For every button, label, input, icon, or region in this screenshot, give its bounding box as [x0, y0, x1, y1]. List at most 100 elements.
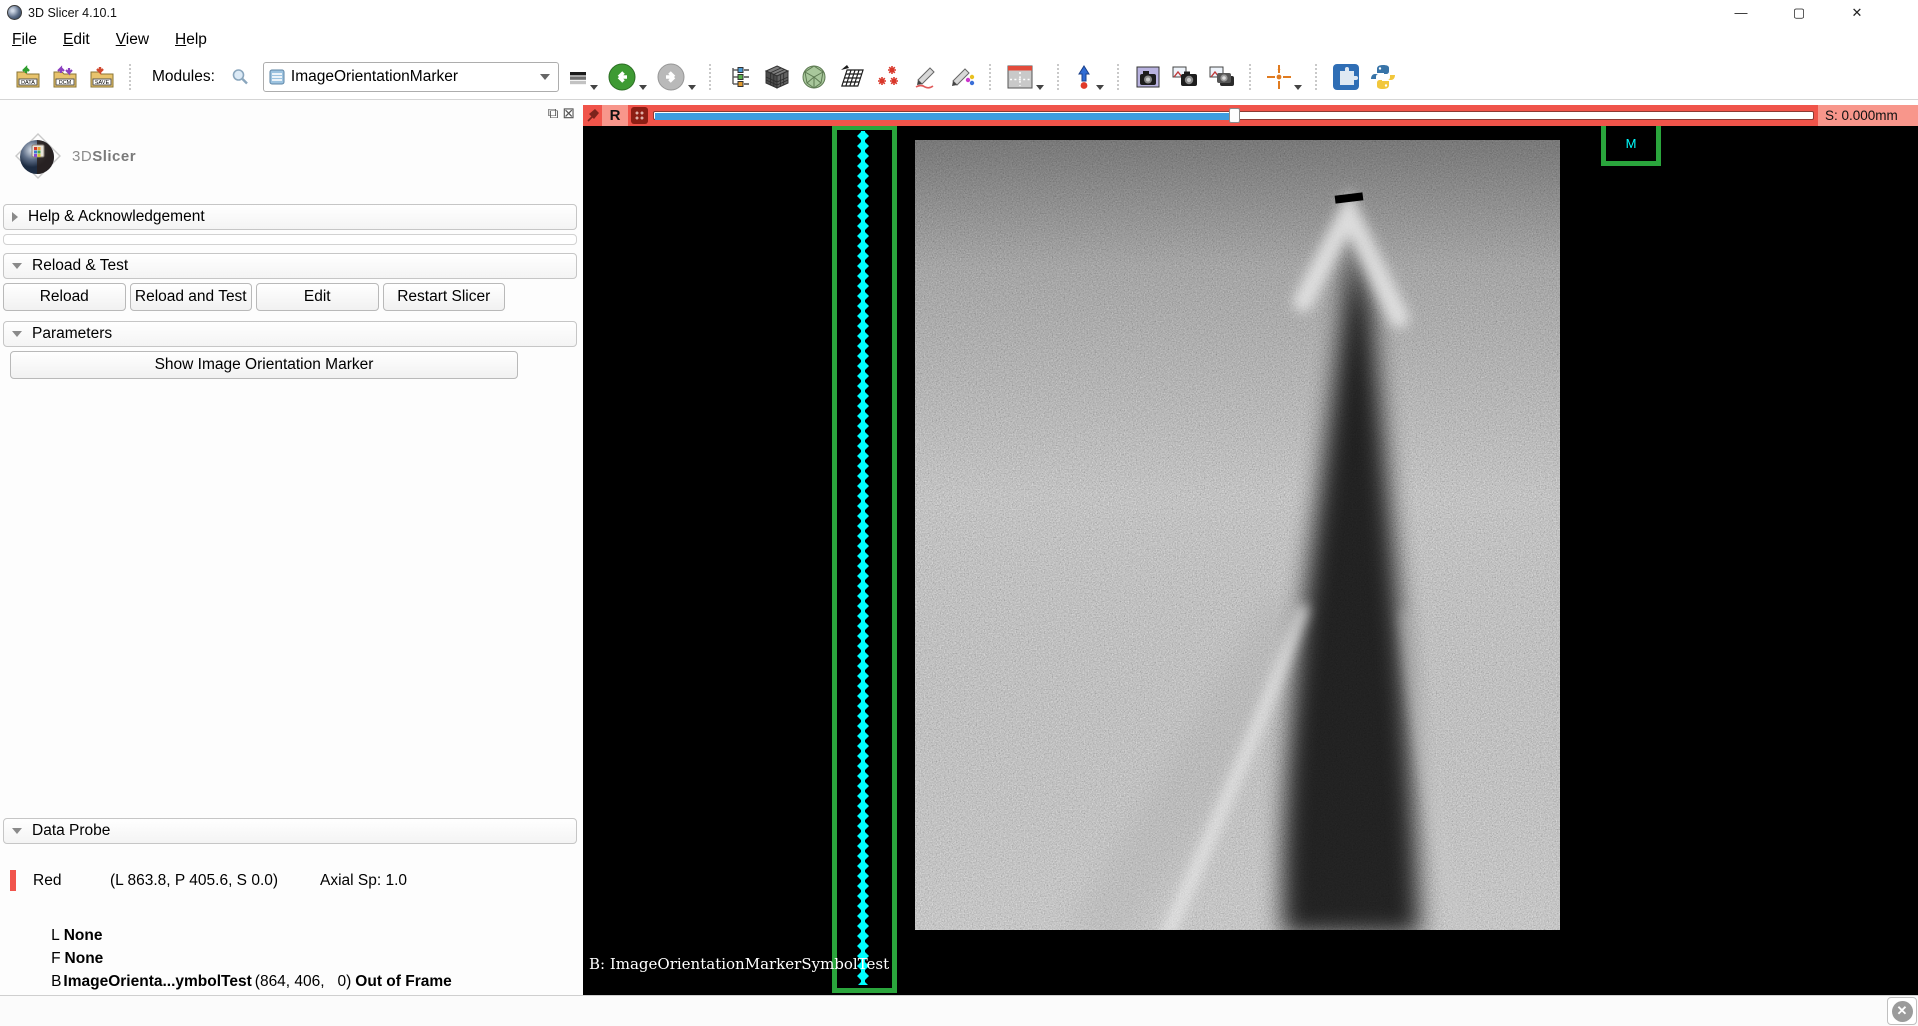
- restart-slicer-button[interactable]: Restart Slicer: [383, 283, 506, 311]
- module-search-button[interactable]: [226, 60, 254, 94]
- dicom-button[interactable]: DCM: [51, 60, 79, 94]
- menu-edit[interactable]: Edit: [63, 31, 90, 49]
- menu-view[interactable]: View: [116, 31, 149, 49]
- reload-and-test-button[interactable]: Reload and Test: [130, 283, 253, 311]
- save-icon: SAVE: [89, 65, 115, 89]
- markups-module-button[interactable]: [874, 60, 902, 94]
- annotations-icon: [912, 64, 938, 90]
- reload-button[interactable]: Reload: [3, 283, 126, 311]
- slice-offset-value: S: 0.000mm: [1818, 105, 1918, 126]
- orientation-marker-letter: M: [1626, 136, 1637, 151]
- transforms-module-button[interactable]: [837, 60, 865, 94]
- chevron-down-icon: [590, 85, 598, 90]
- chevron-down-icon: [688, 85, 696, 90]
- editor-module-button[interactable]: [948, 60, 976, 94]
- toolbar-separator: [989, 64, 993, 90]
- chevron-down-icon: [1036, 85, 1044, 90]
- layout-selector-button[interactable]: [1006, 60, 1044, 94]
- save-button[interactable]: SAVE: [88, 60, 116, 94]
- main-toolbar: DATA DCM SAVE Modules:: [0, 54, 1918, 100]
- chevron-down-icon: [639, 85, 647, 90]
- edit-button[interactable]: Edit: [256, 283, 379, 311]
- orientation-marker-letter-box: M: [1601, 126, 1661, 166]
- collapsed-arrow-icon: [12, 212, 18, 222]
- slice-spacing: Axial Sp: 1.0: [320, 872, 407, 890]
- scene-view-icon: [1171, 65, 1199, 89]
- screenshot-icon: [1135, 65, 1161, 89]
- minimize-button[interactable]: —: [1712, 0, 1770, 25]
- screenshot-button[interactable]: [1134, 60, 1162, 94]
- app-icon: [7, 5, 22, 20]
- data-probe-section: Data Probe Red (L 863.8, P 405.6, S 0.0)…: [0, 818, 583, 1008]
- slice-ras-coordinates: (L 863.8, P 405.6, S 0.0): [110, 872, 278, 890]
- slicer-logo: 3DSlicer: [12, 130, 583, 182]
- extensions-manager-button[interactable]: [1332, 60, 1360, 94]
- slice-orientation-label: R: [602, 105, 628, 126]
- slice-controller-bar: R S: 0.000mm: [583, 105, 1918, 126]
- viewport-corner-label: B: ImageOrientationMarkerSymbolTest: [589, 955, 889, 973]
- svg-text:DCM: DCM: [59, 80, 72, 86]
- section-parameters[interactable]: Parameters: [3, 321, 577, 347]
- annotations-module-button[interactable]: [911, 60, 939, 94]
- crosshair-navigation-button[interactable]: [1074, 60, 1104, 94]
- python-console-button[interactable]: [1369, 60, 1397, 94]
- show-image-orientation-marker-button[interactable]: Show Image Orientation Marker: [10, 351, 518, 379]
- data-module-button[interactable]: [763, 60, 791, 94]
- module-history-button[interactable]: [568, 60, 598, 94]
- python-icon: [1369, 63, 1397, 91]
- load-data-button[interactable]: DATA: [14, 60, 42, 94]
- slice-offset-slider[interactable]: [653, 111, 1814, 120]
- close-panel-icon[interactable]: ⊠: [562, 106, 575, 121]
- menu-file[interactable]: File: [12, 31, 37, 49]
- menu-bar: File Edit View Help: [0, 25, 1918, 54]
- module-selector[interactable]: ImageOrientationMarker: [263, 62, 559, 92]
- models-sphere-icon: [801, 64, 827, 90]
- center-crosshair-icon: [1266, 64, 1292, 90]
- module-history-icon: [568, 68, 588, 86]
- status-bar: ✕: [0, 995, 1918, 1026]
- close-button[interactable]: ✕: [1828, 0, 1886, 25]
- section-reload-test[interactable]: Reload & Test: [3, 253, 577, 279]
- collapsed-section-bar: [3, 234, 577, 245]
- undock-panel-icon[interactable]: ⧉: [548, 106, 559, 121]
- search-icon: [230, 67, 250, 87]
- center-crosshair-button[interactable]: [1266, 60, 1302, 94]
- history-forward-button[interactable]: [656, 60, 696, 94]
- chevron-down-icon: [1294, 85, 1302, 90]
- slicer-logo-icon: [12, 130, 64, 182]
- toolbar-separator: [1117, 64, 1121, 90]
- section-data-probe[interactable]: Data Probe: [3, 818, 577, 844]
- module-hierarchy-button[interactable]: [726, 60, 754, 94]
- markups-icon: [875, 64, 901, 90]
- slicer-logo-text: 3DSlicer: [72, 148, 136, 165]
- error-log-close-button[interactable]: ✕: [1887, 997, 1917, 1025]
- maximize-button[interactable]: ▢: [1770, 0, 1828, 25]
- scene-restore-button[interactable]: [1208, 60, 1236, 94]
- transforms-icon: [838, 64, 864, 90]
- back-icon: [607, 62, 637, 92]
- ultrasound-image: [915, 140, 1560, 930]
- chevron-down-icon: [540, 74, 550, 80]
- section-help-acknowledgement[interactable]: Help & Acknowledgement: [3, 204, 577, 230]
- slice-slider-handle[interactable]: [1229, 108, 1240, 123]
- slice-menu-button[interactable]: [631, 107, 648, 124]
- red-slice-view: R S: 0.000mm: [583, 100, 1918, 995]
- toolbar-separator: [1249, 64, 1253, 90]
- menu-help[interactable]: Help: [175, 31, 207, 49]
- red-slice-color-swatch: [10, 870, 16, 891]
- scene-view-button[interactable]: [1171, 60, 1199, 94]
- chevron-down-icon: [1096, 85, 1104, 90]
- toolbar-separator: [1057, 64, 1061, 90]
- layout-icon: [1006, 64, 1034, 90]
- svg-text:DATA: DATA: [21, 80, 35, 86]
- slice-viewport[interactable]: M B: ImageOrientationMarkerSymbolTest: [583, 126, 1918, 995]
- orientation-marker-dotted-line: [855, 131, 871, 985]
- close-circle-icon: ✕: [1892, 1001, 1913, 1022]
- models-module-button[interactable]: [800, 60, 828, 94]
- window-title: 3D Slicer 4.10.1: [28, 6, 117, 20]
- history-back-button[interactable]: [607, 60, 647, 94]
- load-data-icon: DATA: [15, 65, 41, 89]
- data-cube-icon: [764, 64, 790, 90]
- pin-icon[interactable]: [587, 108, 600, 127]
- toolbar-separator: [1315, 64, 1319, 90]
